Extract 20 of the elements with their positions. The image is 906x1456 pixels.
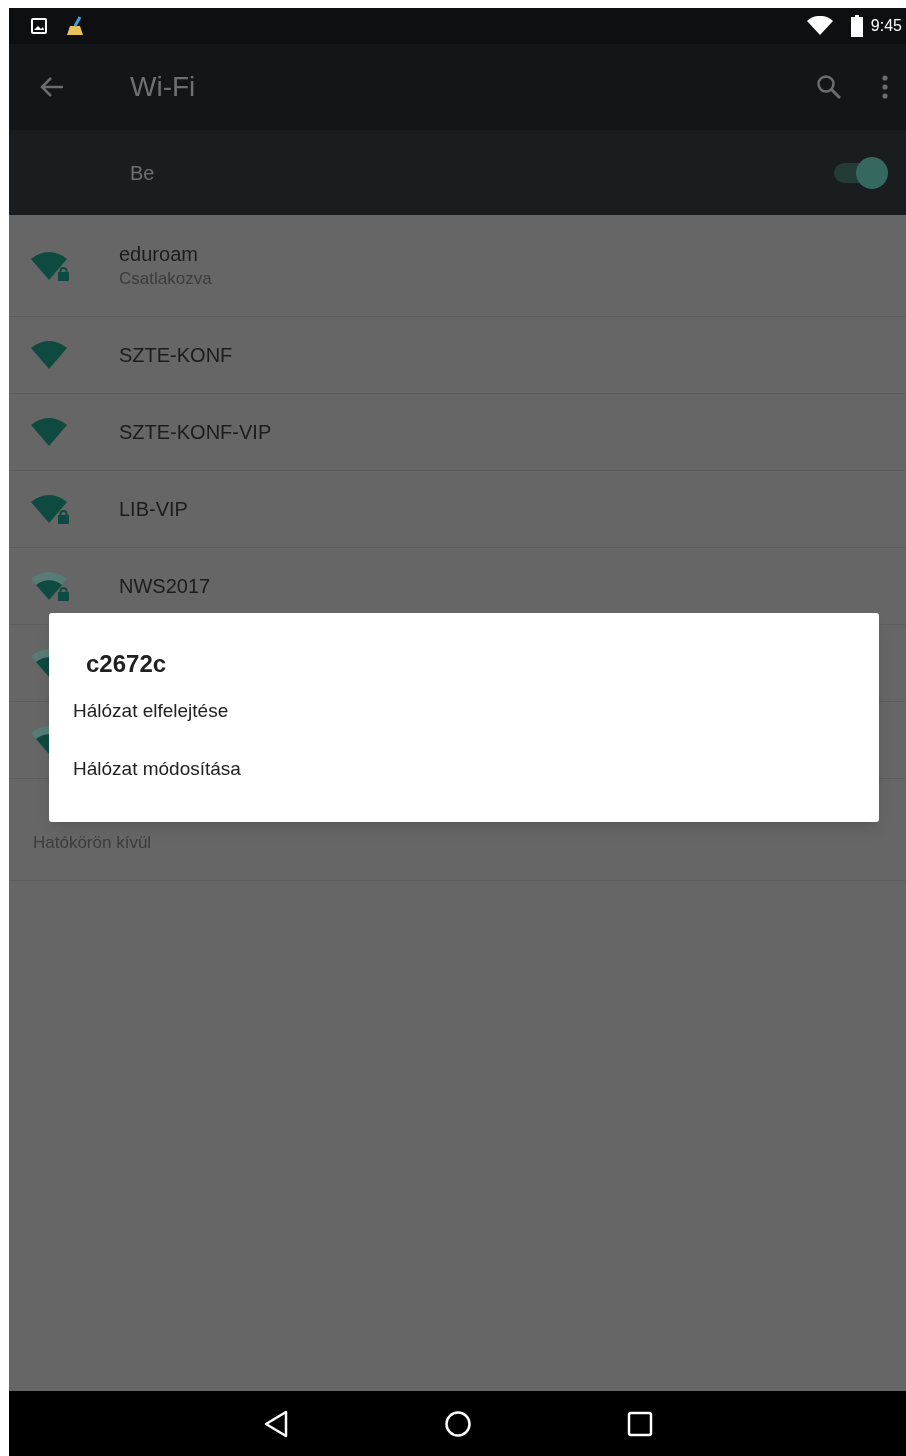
network-name: SZTE-KONF-VIP [119, 420, 272, 445]
back-arrow-icon[interactable] [39, 76, 65, 98]
search-icon[interactable] [816, 74, 842, 100]
network-name: NWS2017 [119, 574, 211, 599]
network-name: SZTE-KONF [119, 343, 233, 368]
more-options-icon[interactable] [882, 75, 888, 99]
broom-icon [65, 15, 85, 37]
dialog-title: c2672c [86, 649, 167, 679]
recents-icon[interactable] [626, 1410, 653, 1437]
wifi-toggle[interactable] [832, 156, 888, 189]
wifi-icon [806, 16, 833, 36]
image-icon [31, 18, 47, 34]
battery-icon [850, 15, 863, 37]
wifi-switch-label: Be [130, 160, 155, 186]
toolbar-title: Wi-Fi [130, 70, 196, 104]
network-name: eduroam [119, 241, 199, 267]
network-name: LIB-VIP [119, 497, 188, 522]
back-icon[interactable] [262, 1409, 289, 1438]
home-icon[interactable] [443, 1409, 472, 1438]
clock-time: 9:45 [870, 16, 902, 36]
